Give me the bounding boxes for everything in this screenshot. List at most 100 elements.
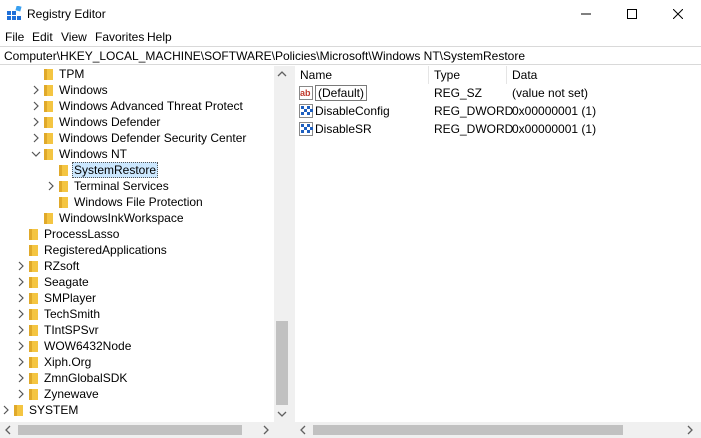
tree-item[interactable]: Windows Defender Security Center [0,130,275,146]
tree-item[interactable]: Zynewave [0,386,275,402]
tree-item[interactable]: Xiph.Org [0,354,275,370]
registry-editor-icon [7,6,22,20]
tree-horizontal-scrollbar[interactable] [0,422,290,438]
title-bar: Registry Editor [0,0,701,28]
tree-item[interactable]: TechSmith [0,306,275,322]
chevron-right-icon[interactable] [16,277,26,287]
scroll-right-arrow-icon[interactable] [258,422,274,438]
tree-item[interactable]: SMPlayer [0,290,275,306]
tree-item-label: RZsoft [44,259,80,273]
chevron-right-icon[interactable] [16,357,26,367]
tree-item-label: Seagate [44,275,89,289]
tree-item[interactable]: Windows File Protection [0,194,275,210]
folder-icon [14,405,23,416]
chevron-right-icon[interactable] [16,309,26,319]
scroll-down-arrow-icon[interactable] [274,406,290,422]
tree-item[interactable]: TPM [0,66,275,82]
tree-item-label: TPM [59,67,85,81]
chevron-right-icon[interactable] [16,373,26,383]
tree-item[interactable]: WindowsInkWorkspace [0,210,275,226]
scroll-left-arrow-icon[interactable] [295,422,311,438]
folder-icon [29,261,38,272]
tree-horizontal-scroll-thumb[interactable] [18,425,242,435]
value-row[interactable]: DisableSR REG_DWORD 0x00000001 (1) [295,120,701,138]
scroll-right-arrow-icon[interactable] [682,422,698,438]
chevron-right-icon[interactable] [16,261,26,271]
tree-item-label: SMPlayer [44,291,97,305]
tree-item[interactable]: Windows Advanced Threat Protect [0,98,275,114]
tree-item-label: Zynewave [44,387,99,401]
chevron-right-icon[interactable] [1,405,11,415]
tree-item[interactable]: SystemRestore [0,162,275,178]
tree-item[interactable]: Seagate [0,274,275,290]
tree-item-label: Windows Defender Security Center [59,131,247,145]
key-tree-pane: TPM Windows Windows Advanced Threat Protec… [0,66,290,438]
svg-text:ab: ab [300,88,311,98]
folder-icon [44,133,53,144]
chevron-right-icon[interactable] [16,293,26,303]
tree-item-label: ZmnGlobalSDK [44,371,128,385]
list-horizontal-scroll-thumb[interactable] [313,425,623,435]
chevron-right-icon[interactable] [31,101,41,111]
chevron-right-icon[interactable] [31,117,41,127]
value-data: (value not set) [512,86,589,100]
minimize-button[interactable] [563,0,609,28]
menu-favorites[interactable]: Favorites [95,30,144,44]
menu-view[interactable]: View [61,30,87,44]
value-type: REG_SZ [434,86,483,100]
maximize-button[interactable] [609,0,655,28]
folder-icon [44,213,53,224]
tree-item[interactable]: ZmnGlobalSDK [0,370,275,386]
list-horizontal-scrollbar[interactable] [295,422,701,438]
value-data: 0x00000001 (1) [512,122,597,136]
tree-item[interactable]: RegisteredApplications [0,242,275,258]
folder-icon [44,149,53,160]
folder-icon [29,245,38,256]
scroll-up-arrow-icon[interactable] [274,66,290,82]
chevron-right-icon[interactable] [46,181,56,191]
tree-item[interactable]: Windows Defender [0,114,275,130]
folder-icon [29,357,38,368]
tree-item[interactable]: WOW6432Node [0,338,275,354]
tree-item[interactable]: RZsoft [0,258,275,274]
column-header-data[interactable]: Data [507,66,627,84]
tree-vertical-scroll-thumb[interactable] [276,321,288,405]
tree-item-label: ProcessLasso [44,227,120,241]
tree-item-label: Xiph.Org [44,355,92,369]
value-name: DisableConfig [315,104,390,118]
column-header-type[interactable]: Type [429,66,507,84]
scroll-left-arrow-icon[interactable] [0,422,16,438]
menu-help[interactable]: Help [147,30,172,44]
chevron-right-icon[interactable] [16,389,26,399]
value-row[interactable]: DisableConfig REG_DWORD 0x00000001 (1) [295,102,701,120]
address-bar[interactable]: Computer\HKEY_LOCAL_MACHINE\SOFTWARE\Pol… [0,46,701,65]
address-path: Computer\HKEY_LOCAL_MACHINE\SOFTWARE\Pol… [4,49,526,63]
folder-icon [44,101,53,112]
menu-file[interactable]: File [5,30,24,44]
chevron-right-icon[interactable] [31,85,41,95]
folder-icon [29,229,38,240]
tree-item-label: TIntSPSvr [44,323,99,337]
chevron-right-icon[interactable] [31,133,41,143]
tree-vertical-scrollbar[interactable] [274,66,290,422]
chevron-right-icon[interactable] [16,325,26,335]
tree-item[interactable]: ProcessLasso [0,226,275,242]
tree-item-label: WOW6432Node [44,339,132,353]
chevron-right-icon[interactable] [16,341,26,351]
column-header-name[interactable]: Name [295,66,429,84]
tree-item[interactable]: Windows NT [0,146,275,162]
chevron-down-icon[interactable] [31,149,41,159]
folder-icon [59,197,68,208]
close-button[interactable] [655,0,701,28]
menu-edit[interactable]: Edit [32,30,53,44]
value-row[interactable]: ab (Default) REG_SZ (value not set) [295,84,701,102]
folder-icon [29,373,38,384]
tree-item[interactable]: Terminal Services [0,178,275,194]
tree-item[interactable]: Windows [0,82,275,98]
binary-value-icon [299,104,313,118]
string-value-icon: ab [299,86,313,100]
maximize-icon [627,9,637,19]
tree-item-label: Windows Defender [59,115,161,129]
tree-item[interactable]: SYSTEM [0,402,275,418]
tree-item[interactable]: TIntSPSvr [0,322,275,338]
